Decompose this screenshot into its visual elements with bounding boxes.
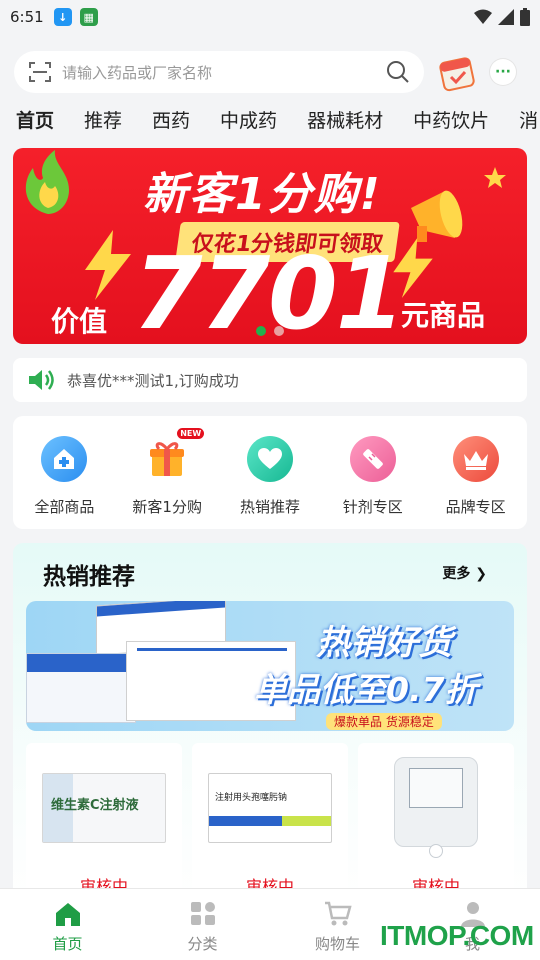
product-list: 维生素C注射液 审核中 注射用头孢噻肟钠 审核中 审核中 bbox=[26, 743, 514, 903]
search-row: 请输入药品或厂家名称 ··· bbox=[14, 50, 526, 94]
product-image: 注射用头孢噻肟钠 bbox=[208, 773, 332, 843]
product-card[interactable]: 审核中 bbox=[358, 743, 514, 903]
watermark: ITMOP.COM bbox=[380, 920, 534, 951]
category-label: 针剂专区 bbox=[342, 498, 403, 516]
tab-chinese-patent-medicine[interactable]: 中成药 bbox=[220, 106, 277, 138]
search-box[interactable]: 请输入药品或厂家名称 bbox=[14, 51, 424, 93]
tab-more[interactable]: 消 bbox=[519, 106, 538, 138]
nav-label: 首页 bbox=[52, 935, 83, 953]
product-box-label: 维生素C注射液 bbox=[51, 798, 139, 813]
hot-banner-line3: 爆款单品 货源稳定 bbox=[326, 713, 442, 730]
new-badge: NEW bbox=[177, 428, 205, 439]
tab-herbal-pieces[interactable]: 中药饮片 bbox=[413, 106, 489, 138]
wifi-icon bbox=[474, 9, 492, 24]
app-notification-icon: ▦ bbox=[79, 8, 98, 26]
nav-category[interactable]: 分类 bbox=[135, 889, 270, 960]
star-icon bbox=[484, 167, 506, 188]
grid-icon bbox=[190, 902, 215, 925]
home-icon bbox=[55, 903, 80, 926]
product-card[interactable]: 注射用头孢噻肟钠 审核中 bbox=[192, 743, 348, 903]
nav-home[interactable]: 首页 bbox=[0, 889, 135, 960]
status-icons bbox=[474, 8, 530, 26]
promo-banner[interactable]: 新客1分购! 仅花1分钱即可领取 价值 7701 元商品 bbox=[13, 148, 527, 344]
heart-icon bbox=[246, 436, 293, 482]
category-all-products[interactable]: 全部商品 bbox=[19, 436, 109, 529]
signal-icon bbox=[498, 9, 514, 25]
flame-icon bbox=[25, 150, 69, 214]
section-title: 热销推荐 bbox=[43, 564, 135, 590]
crown-icon bbox=[452, 436, 499, 482]
category-new-customer[interactable]: NEW 新客1分购 bbox=[122, 428, 212, 529]
scan-icon[interactable] bbox=[28, 60, 52, 84]
category-label: 品牌专区 bbox=[445, 498, 506, 516]
tab-western-medicine[interactable]: 西药 bbox=[152, 106, 190, 138]
product-box-label: 注射用头孢噻肟钠 bbox=[215, 793, 288, 803]
category-hot-sale[interactable]: 热销推荐 bbox=[225, 436, 315, 529]
carousel-dot-active[interactable] bbox=[256, 326, 266, 336]
more-options-button[interactable]: ··· bbox=[490, 59, 516, 85]
category-injection[interactable]: 针剂专区 bbox=[328, 436, 418, 529]
banner-headline: 新客1分购! bbox=[143, 169, 382, 220]
carousel-indicators bbox=[256, 326, 284, 336]
tab-medical-devices[interactable]: 器械耗材 bbox=[307, 106, 383, 138]
hot-banner-line2: 单品低至0.7折 bbox=[254, 670, 478, 709]
product-image bbox=[394, 757, 478, 858]
product-image: 维生素C注射液 bbox=[42, 773, 166, 843]
status-time: 6:51 bbox=[10, 8, 44, 26]
category-label: 新客1分购 bbox=[132, 498, 202, 516]
battery-icon bbox=[520, 8, 530, 26]
lightning-icon bbox=[85, 230, 131, 300]
hospital-icon bbox=[41, 436, 88, 482]
tab-recommend[interactable]: 推荐 bbox=[84, 106, 122, 138]
hot-sale-banner[interactable]: 热销好货 单品低至0.7折 爆款单品 货源稳定 bbox=[26, 601, 514, 731]
category-tabs: 首页 推荐 西药 中成药 器械耗材 中药饮片 消 bbox=[16, 106, 540, 138]
category-label: 全部商品 bbox=[34, 498, 95, 516]
category-label: 热销推荐 bbox=[239, 498, 300, 516]
more-label: 更多 bbox=[442, 566, 471, 582]
notice-text: 恭喜优***测试1,订购成功 bbox=[67, 371, 239, 390]
banner-price-suffix: 元商品 bbox=[401, 299, 486, 332]
medicine-box-image bbox=[26, 653, 136, 723]
hot-sale-section: 热销推荐 更多 ❯ 热销好货 单品低至0.7折 爆款单品 货源稳定 维生素C注射… bbox=[13, 543, 527, 903]
search-icon[interactable] bbox=[386, 60, 410, 84]
cart-icon bbox=[324, 901, 352, 926]
category-shortcuts: 全部商品 NEW 新客1分购 热销推荐 针剂专区 品牌专区 bbox=[13, 416, 527, 529]
download-icon: ↓ bbox=[53, 8, 72, 26]
tab-home[interactable]: 首页 bbox=[16, 106, 54, 138]
category-brand[interactable]: 品牌专区 bbox=[431, 436, 521, 529]
status-bar: 6:51 ↓ ▦ bbox=[0, 0, 540, 34]
more-link[interactable]: 更多 ❯ bbox=[442, 563, 487, 583]
product-card[interactable]: 维生素C注射液 审核中 bbox=[26, 743, 182, 903]
notice-bar[interactable]: 恭喜优***测试1,订购成功 bbox=[13, 358, 527, 402]
speaker-icon bbox=[29, 370, 54, 390]
banner-price-label: 价值 bbox=[51, 305, 108, 338]
hot-banner-line1: 热销好货 bbox=[316, 623, 452, 663]
carousel-dot[interactable] bbox=[274, 326, 284, 336]
search-placeholder[interactable]: 请输入药品或厂家名称 bbox=[62, 62, 386, 83]
syringe-icon bbox=[349, 436, 396, 482]
nav-label: 购物车 bbox=[314, 935, 360, 953]
sign-in-calendar-icon[interactable] bbox=[438, 52, 478, 92]
gift-icon: NEW bbox=[144, 428, 205, 482]
chevron-right-icon: ❯ bbox=[475, 566, 487, 582]
nav-label: 分类 bbox=[187, 935, 218, 953]
